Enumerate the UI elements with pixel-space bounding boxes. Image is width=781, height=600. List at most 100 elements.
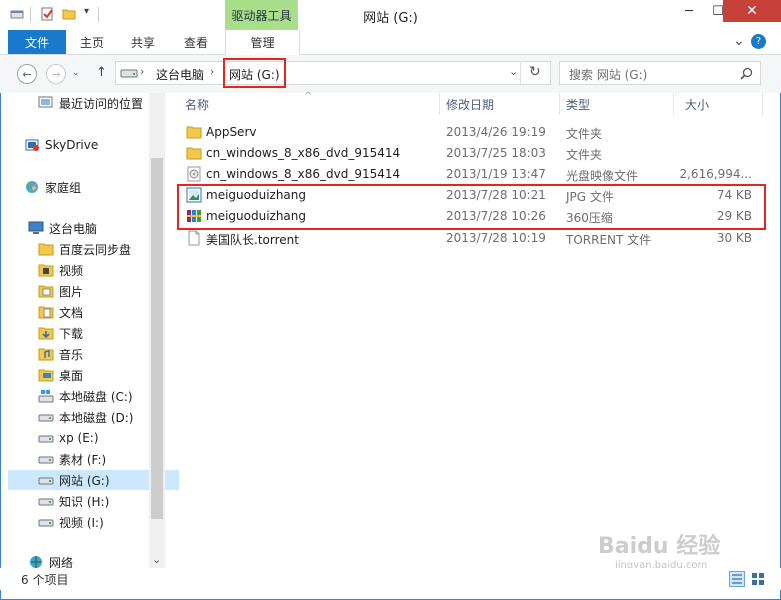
scroll-down-icon[interactable]: ⌄ bbox=[152, 553, 161, 566]
navigation-pane: 最近访问的位置 SkyDrive 家庭组 这台电脑 百度云同步盘 视频 图片 文… bbox=[8, 93, 179, 570]
sort-ascending-icon: ^ bbox=[304, 91, 313, 102]
address-divider bbox=[520, 62, 521, 84]
forward-button[interactable]: → bbox=[46, 64, 66, 84]
file-row[interactable]: AppServ 2013/4/26 19:19 文件夹 bbox=[178, 122, 768, 143]
file-type: TORRENT 文件 bbox=[566, 233, 652, 247]
downloads-icon bbox=[38, 327, 54, 340]
file-type: 文件夹 bbox=[566, 127, 603, 141]
tab-file[interactable]: 文件 bbox=[8, 30, 66, 54]
nav-item-homegroup[interactable]: 家庭组 bbox=[8, 177, 165, 197]
file-date: 2013/7/28 10:26 bbox=[446, 209, 546, 223]
column-divider[interactable] bbox=[673, 93, 674, 115]
column-header-date[interactable]: 修改日期 bbox=[446, 96, 494, 113]
jpg-image-icon bbox=[186, 187, 202, 203]
nav-item-this-pc[interactable]: 这台电脑 bbox=[8, 218, 169, 238]
nav-item-label: 文档 bbox=[59, 305, 84, 320]
system-drive-icon bbox=[38, 390, 54, 403]
nav-item-label: 本地磁盘 (C:) bbox=[59, 389, 133, 404]
drive-icon bbox=[38, 477, 54, 485]
tab-share[interactable]: 共享 bbox=[121, 30, 165, 54]
file-date: 2013/7/25 18:03 bbox=[446, 146, 546, 160]
column-header-type[interactable]: 类型 bbox=[566, 96, 590, 113]
file-name: cn_windows_8_x86_dvd_915414 bbox=[206, 167, 401, 181]
address-bar[interactable]: › 这台电脑 › 网站 (G:) ⌄ ↻ bbox=[115, 61, 551, 85]
title-bar: ▾ 驱动器工具 网站 (G:) ─ ☐ ✕ bbox=[0, 0, 781, 30]
breadcrumb-separator[interactable]: › bbox=[140, 65, 144, 78]
file-name: 美国队长.torrent bbox=[206, 233, 299, 247]
ribbon-collapse-icon[interactable]: ⌄ bbox=[733, 33, 745, 49]
address-dropdown-icon[interactable]: ⌄ bbox=[509, 65, 518, 78]
details-view-icon[interactable] bbox=[729, 571, 745, 587]
ribbon-tab-bar: 文件 主页 共享 查看 管理 ⌄ ? bbox=[0, 30, 781, 55]
drive-icon bbox=[38, 414, 54, 422]
tab-home[interactable]: 主页 bbox=[70, 30, 114, 54]
breadcrumb-this-pc[interactable]: 这台电脑 bbox=[156, 66, 204, 83]
pictures-icon bbox=[38, 285, 54, 298]
file-name: meiguoduizhang bbox=[206, 188, 307, 202]
drive-icon bbox=[38, 498, 54, 506]
nav-item-label: xp (E:) bbox=[59, 431, 99, 445]
nav-item-label: 视频 bbox=[59, 263, 84, 278]
large-icons-view-icon[interactable] bbox=[750, 571, 766, 587]
videos-icon bbox=[38, 264, 54, 277]
refresh-button[interactable]: ↻ bbox=[529, 64, 541, 80]
file-type: 360压缩 bbox=[566, 211, 613, 225]
nav-item-label: 百度云同步盘 bbox=[59, 242, 132, 257]
file-size: 2,616,994... bbox=[679, 167, 752, 181]
file-date: 2013/4/26 19:19 bbox=[446, 125, 546, 139]
up-button[interactable]: ↑ bbox=[96, 65, 107, 80]
file-name: AppServ bbox=[206, 125, 257, 139]
file-size: 30 KB bbox=[716, 231, 752, 245]
column-divider[interactable] bbox=[762, 93, 763, 115]
window-title: 网站 (G:) bbox=[363, 11, 418, 26]
file-row[interactable]: meiguoduizhang 2013/7/28 10:26 360压缩 29 … bbox=[178, 206, 768, 227]
close-button[interactable]: ✕ bbox=[723, 0, 781, 22]
file-row[interactable]: 美国队长.torrent 2013/7/28 10:19 TORRENT 文件 … bbox=[178, 228, 768, 249]
search-icon[interactable] bbox=[740, 67, 753, 80]
nav-item-label: SkyDrive bbox=[45, 138, 99, 152]
archive-icon bbox=[187, 210, 201, 222]
homegroup-icon bbox=[26, 181, 38, 193]
nav-item-skydrive[interactable]: SkyDrive bbox=[8, 135, 165, 155]
nav-item-label: 网站 (G:) bbox=[59, 473, 110, 488]
torrent-file-icon bbox=[188, 230, 200, 246]
breadcrumb-separator[interactable]: › bbox=[210, 65, 214, 78]
column-divider[interactable] bbox=[439, 93, 440, 115]
recent-locations-dropdown-icon[interactable]: ⌄ bbox=[72, 68, 80, 78]
nav-item-label: 下载 bbox=[59, 326, 84, 341]
nav-item-label: 本地磁盘 (D:) bbox=[59, 410, 134, 425]
nav-item-label: 图片 bbox=[59, 284, 84, 299]
nav-item-label: 素材 (F:) bbox=[59, 452, 107, 467]
nav-item-label: 家庭组 bbox=[45, 180, 82, 195]
drive-icon bbox=[38, 435, 54, 443]
file-row[interactable]: meiguoduizhang 2013/7/28 10:21 JPG 文件 74… bbox=[178, 185, 768, 206]
file-row[interactable]: cn_windows_8_x86_dvd_915414 2013/1/19 13… bbox=[178, 164, 768, 185]
file-name: cn_windows_8_x86_dvd_915414 bbox=[206, 146, 401, 160]
music-icon bbox=[38, 348, 54, 361]
drive-icon bbox=[38, 519, 54, 527]
nav-item-label: 视频 (I:) bbox=[59, 515, 104, 530]
file-type: 光盘映像文件 bbox=[566, 169, 639, 183]
status-bar: 6 个项目 bbox=[0, 568, 781, 590]
file-date: 2013/7/28 10:19 bbox=[446, 231, 546, 245]
file-row[interactable]: cn_windows_8_x86_dvd_915414 2013/7/25 18… bbox=[178, 143, 768, 164]
nav-item-label: 知识 (H:) bbox=[59, 494, 110, 509]
nav-pane-scroll-thumb[interactable] bbox=[151, 158, 163, 519]
disc-image-icon bbox=[187, 166, 201, 182]
documents-icon bbox=[38, 306, 54, 319]
column-header-size[interactable]: 大小 bbox=[685, 96, 709, 113]
help-icon[interactable]: ? bbox=[751, 34, 766, 49]
skydrive-icon bbox=[25, 139, 39, 151]
tab-view[interactable]: 查看 bbox=[174, 30, 218, 54]
file-size: 29 KB bbox=[716, 209, 752, 223]
column-header-name[interactable]: 名称 bbox=[185, 96, 209, 113]
breadcrumb-current-drive[interactable]: 网站 (G:) bbox=[229, 66, 280, 83]
folder-icon bbox=[186, 126, 202, 139]
search-box[interactable]: 搜索 网站 (G:) bbox=[559, 61, 761, 85]
tab-manage[interactable]: 管理 bbox=[225, 30, 300, 55]
back-button[interactable]: ← bbox=[17, 64, 37, 84]
file-type: 文件夹 bbox=[566, 148, 603, 162]
file-date: 2013/7/28 10:21 bbox=[446, 188, 546, 202]
column-divider[interactable] bbox=[559, 93, 560, 115]
drive-icon bbox=[38, 456, 54, 464]
